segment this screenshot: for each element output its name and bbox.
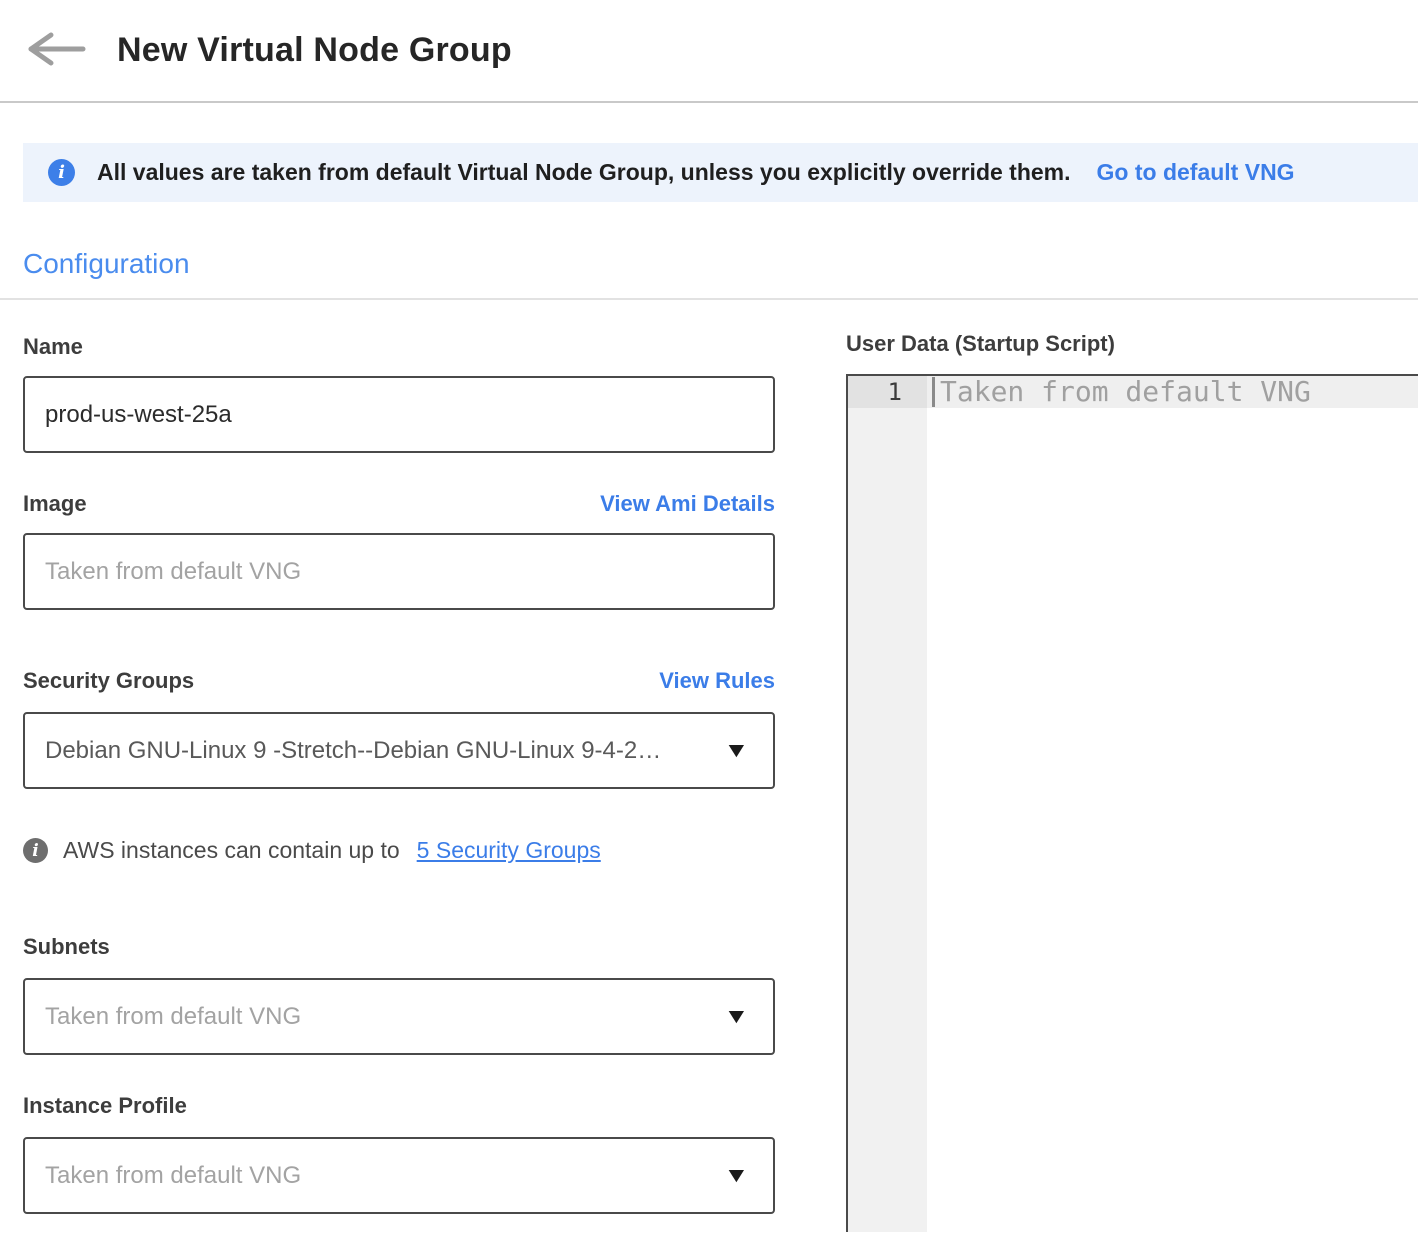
instance-profile-dropdown[interactable]: Taken from default VNG ▼ [23,1137,775,1214]
security-groups-note: i AWS instances can contain up to 5 Secu… [23,837,775,864]
editor-line-number-gutter: 1 [848,376,927,1232]
view-rules-link[interactable]: View Rules [659,668,775,694]
subnets-placeholder: Taken from default VNG [45,1003,301,1031]
instance-profile-label: Instance Profile [23,1093,775,1119]
page-header: New Virtual Node Group [0,0,1418,101]
security-groups-note-text: AWS instances can contain up to [63,837,400,864]
image-label: Image [23,491,87,517]
user-data-editor[interactable]: 1 Taken from default VNG [846,374,1418,1232]
form-left-column: Name Image View Ami Details Security Gro… [23,300,775,1232]
chevron-down-icon: ▼ [724,1165,750,1186]
back-button[interactable] [23,31,87,71]
go-to-default-vng-link[interactable]: Go to default VNG [1097,159,1295,186]
name-field: Name [23,334,775,453]
security-groups-field: Security Groups View Rules Debian GNU-Li… [23,668,775,789]
chevron-down-icon: ▼ [724,740,750,761]
page-title: New Virtual Node Group [117,31,512,70]
image-field: Image View Ami Details [23,491,775,610]
instance-profile-field: Instance Profile Taken from default VNG … [23,1093,775,1214]
instance-profile-placeholder: Taken from default VNG [45,1162,301,1190]
configuration-section-title: Configuration [23,248,1418,280]
security-groups-label: Security Groups [23,668,194,694]
arrow-left-icon [23,29,87,72]
info-icon: i [23,838,48,863]
subnets-field: Subnets Taken from default VNG ▼ [23,934,775,1055]
header-divider [0,101,1418,103]
image-input[interactable] [23,533,775,610]
new-virtual-node-group-page: New Virtual Node Group i All values are … [0,0,1418,1236]
security-groups-selected-value: Debian GNU-Linux 9 -Stretch--Debian GNU-… [45,737,661,765]
editor-placeholder-text: Taken from default VNG [940,376,1311,408]
chevron-down-icon: ▼ [724,1006,750,1027]
info-icon: i [48,159,75,186]
editor-code-area: Taken from default VNG [927,376,1418,1232]
subnets-dropdown[interactable]: Taken from default VNG ▼ [23,978,775,1055]
security-groups-limit-link[interactable]: 5 Security Groups [417,837,601,864]
configuration-form: Name Image View Ami Details Security Gro… [0,300,1418,1232]
name-input[interactable] [23,376,775,453]
name-label: Name [23,334,775,360]
subnets-label: Subnets [23,934,775,960]
security-groups-dropdown[interactable]: Debian GNU-Linux 9 -Stretch--Debian GNU-… [23,712,775,789]
editor-line-number: 1 [848,376,927,408]
info-banner: i All values are taken from default Virt… [23,143,1418,202]
user-data-label: User Data (Startup Script) [846,331,1418,357]
editor-active-line: Taken from default VNG [927,376,1418,408]
text-cursor [932,377,935,407]
banner-message: All values are taken from default Virtua… [97,159,1071,186]
view-ami-details-link[interactable]: View Ami Details [600,491,775,517]
form-right-column: User Data (Startup Script) 1 Taken from … [846,300,1418,1232]
